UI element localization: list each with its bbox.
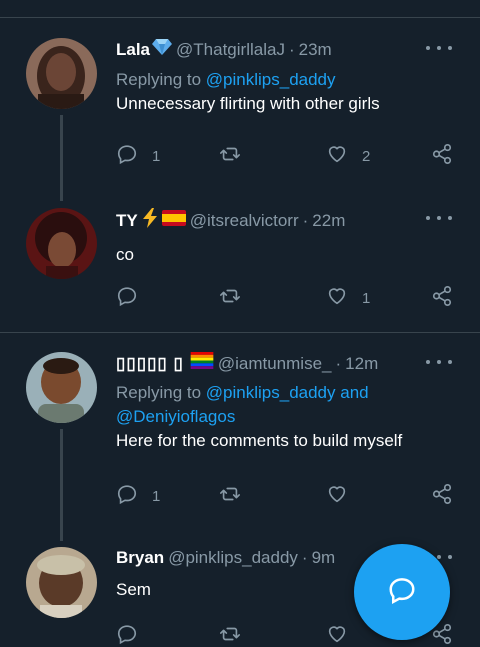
- username[interactable]: @ThatgirllalaJ: [176, 39, 285, 61]
- tweet-text: Here for the comments to build myself: [116, 431, 403, 450]
- display-name[interactable]: Lala: [116, 39, 150, 61]
- thread-line: [60, 429, 63, 541]
- gem-icon: [152, 38, 173, 62]
- timestamp[interactable]: 12m: [345, 353, 378, 375]
- reply-icon: [116, 285, 138, 312]
- retweet-button[interactable]: [219, 484, 241, 508]
- timestamp[interactable]: 23m: [299, 39, 332, 61]
- rainbow-flag-icon: [190, 352, 214, 375]
- username[interactable]: @iamtunmise_: [218, 353, 332, 375]
- separator: ·: [302, 211, 309, 230]
- replying-to: Replying to @pinklips_daddy: [116, 68, 464, 92]
- heart-icon: [326, 143, 348, 170]
- replying-to-label: Replying to: [116, 70, 206, 89]
- reply-icon: [116, 143, 138, 170]
- avatar[interactable]: [26, 547, 97, 618]
- thread-line: [60, 115, 63, 201]
- avatar[interactable]: [26, 352, 97, 423]
- username[interactable]: @itsrealvictorr: [190, 210, 299, 232]
- share-button[interactable]: [431, 143, 453, 170]
- retweet-button[interactable]: [219, 624, 241, 647]
- reply-button[interactable]: 1: [116, 484, 160, 508]
- display-name[interactable]: ▯▯▯▯▯ ▯: [116, 353, 184, 375]
- reply-count: 1: [152, 487, 161, 505]
- separator: ·: [301, 548, 308, 567]
- tweet-text: co: [116, 245, 134, 264]
- share-button[interactable]: [431, 285, 453, 312]
- more-options-icon[interactable]: [426, 354, 452, 370]
- more-options-icon[interactable]: [426, 210, 452, 226]
- mention-link[interactable]: @Deniyioflagos: [116, 407, 235, 426]
- spain-flag-icon: [161, 210, 186, 232]
- replying-to-label: Replying to: [116, 383, 206, 402]
- separator: ·: [288, 40, 295, 59]
- heart-icon: [326, 285, 348, 312]
- tweet-text: Unnecessary flirting with other girls: [116, 94, 380, 113]
- reply-icon: [116, 623, 138, 647]
- retweet-button[interactable]: [219, 286, 241, 310]
- retweet-icon: [219, 483, 241, 510]
- compose-reply-button[interactable]: [354, 544, 450, 640]
- reply-icon: [116, 483, 138, 510]
- retweet-icon: [219, 285, 241, 312]
- retweet-icon: [219, 143, 241, 170]
- separator: ·: [335, 353, 342, 373]
- avatar[interactable]: [26, 38, 97, 109]
- reply-count: 1: [152, 147, 161, 165]
- top-divider: [0, 17, 480, 18]
- like-count: 1: [362, 289, 371, 307]
- retweet-button[interactable]: [219, 144, 241, 168]
- heart-icon: [326, 483, 348, 510]
- like-count: 2: [362, 147, 371, 165]
- lightning-icon: [140, 208, 160, 234]
- mention-link[interactable]: @pinklips_daddy: [206, 383, 336, 402]
- tweet-divider: [0, 332, 480, 333]
- like-button[interactable]: [326, 484, 348, 508]
- display-name[interactable]: TY: [116, 210, 138, 232]
- reply-button[interactable]: [116, 624, 138, 647]
- username[interactable]: @pinklips_daddy: [168, 547, 298, 569]
- like-button[interactable]: 2: [326, 144, 370, 168]
- display-name[interactable]: Bryan: [116, 547, 164, 569]
- and-label: and: [335, 383, 369, 402]
- share-icon: [431, 285, 453, 312]
- replying-to: Replying to @pinklips_daddy and @Deniyiof…: [116, 381, 464, 429]
- reply-button[interactable]: [116, 286, 138, 310]
- more-options-icon[interactable]: [426, 40, 452, 56]
- share-button[interactable]: [431, 483, 453, 510]
- timestamp[interactable]: 9m: [312, 547, 336, 569]
- share-icon: [431, 143, 453, 170]
- reply-button[interactable]: 1: [116, 144, 160, 168]
- avatar[interactable]: [26, 208, 97, 279]
- share-icon: [431, 483, 453, 510]
- timestamp[interactable]: 22m: [312, 210, 345, 232]
- retweet-icon: [219, 623, 241, 647]
- mention-link[interactable]: @pinklips_daddy: [206, 70, 336, 89]
- compose-reply-icon: [387, 575, 417, 610]
- like-button[interactable]: [326, 624, 348, 647]
- heart-icon: [326, 623, 348, 647]
- like-button[interactable]: 1: [326, 286, 370, 310]
